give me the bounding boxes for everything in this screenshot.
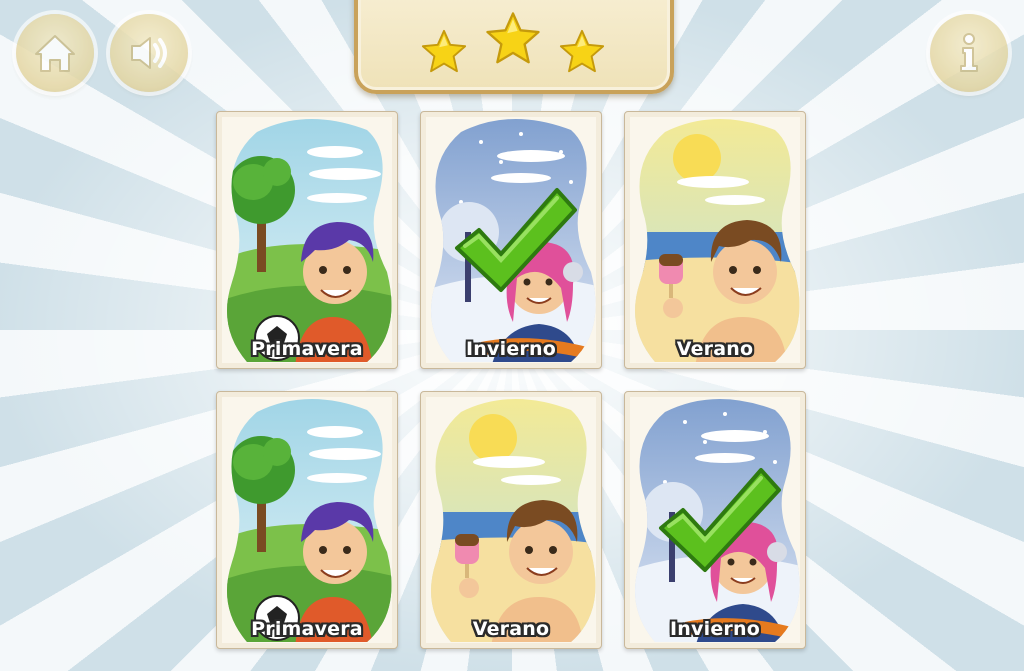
card-label: Primavera <box>251 618 363 640</box>
info-button[interactable] <box>930 14 1008 92</box>
star-icon <box>420 28 468 76</box>
star-rating-panel <box>354 0 674 94</box>
card-label: Primavera <box>251 338 363 360</box>
card-label: Invierno <box>466 338 556 360</box>
home-button[interactable] <box>16 14 94 92</box>
memory-card[interactable]: Invierno <box>624 391 806 649</box>
sound-button[interactable] <box>110 14 188 92</box>
memory-card[interactable]: Primavera <box>216 111 398 369</box>
memory-card[interactable]: Verano <box>420 391 602 649</box>
memory-card[interactable]: Verano <box>624 111 806 369</box>
star-icon <box>484 10 542 68</box>
card-label: Verano <box>472 618 550 640</box>
info-icon <box>960 33 978 72</box>
summer-illustration <box>635 118 800 362</box>
checkmark-icon <box>659 468 781 572</box>
memory-card[interactable]: Invierno <box>420 111 602 369</box>
card-label: Verano <box>676 338 754 360</box>
star-icon <box>558 28 606 76</box>
memory-card[interactable]: Primavera <box>216 391 398 649</box>
spring-illustration <box>227 398 392 642</box>
spring-illustration <box>227 118 392 362</box>
checkmark-icon <box>455 188 577 292</box>
speaker-icon <box>131 37 167 69</box>
summer-illustration <box>431 398 596 642</box>
home-icon <box>35 35 75 72</box>
card-label: Invierno <box>670 618 760 640</box>
